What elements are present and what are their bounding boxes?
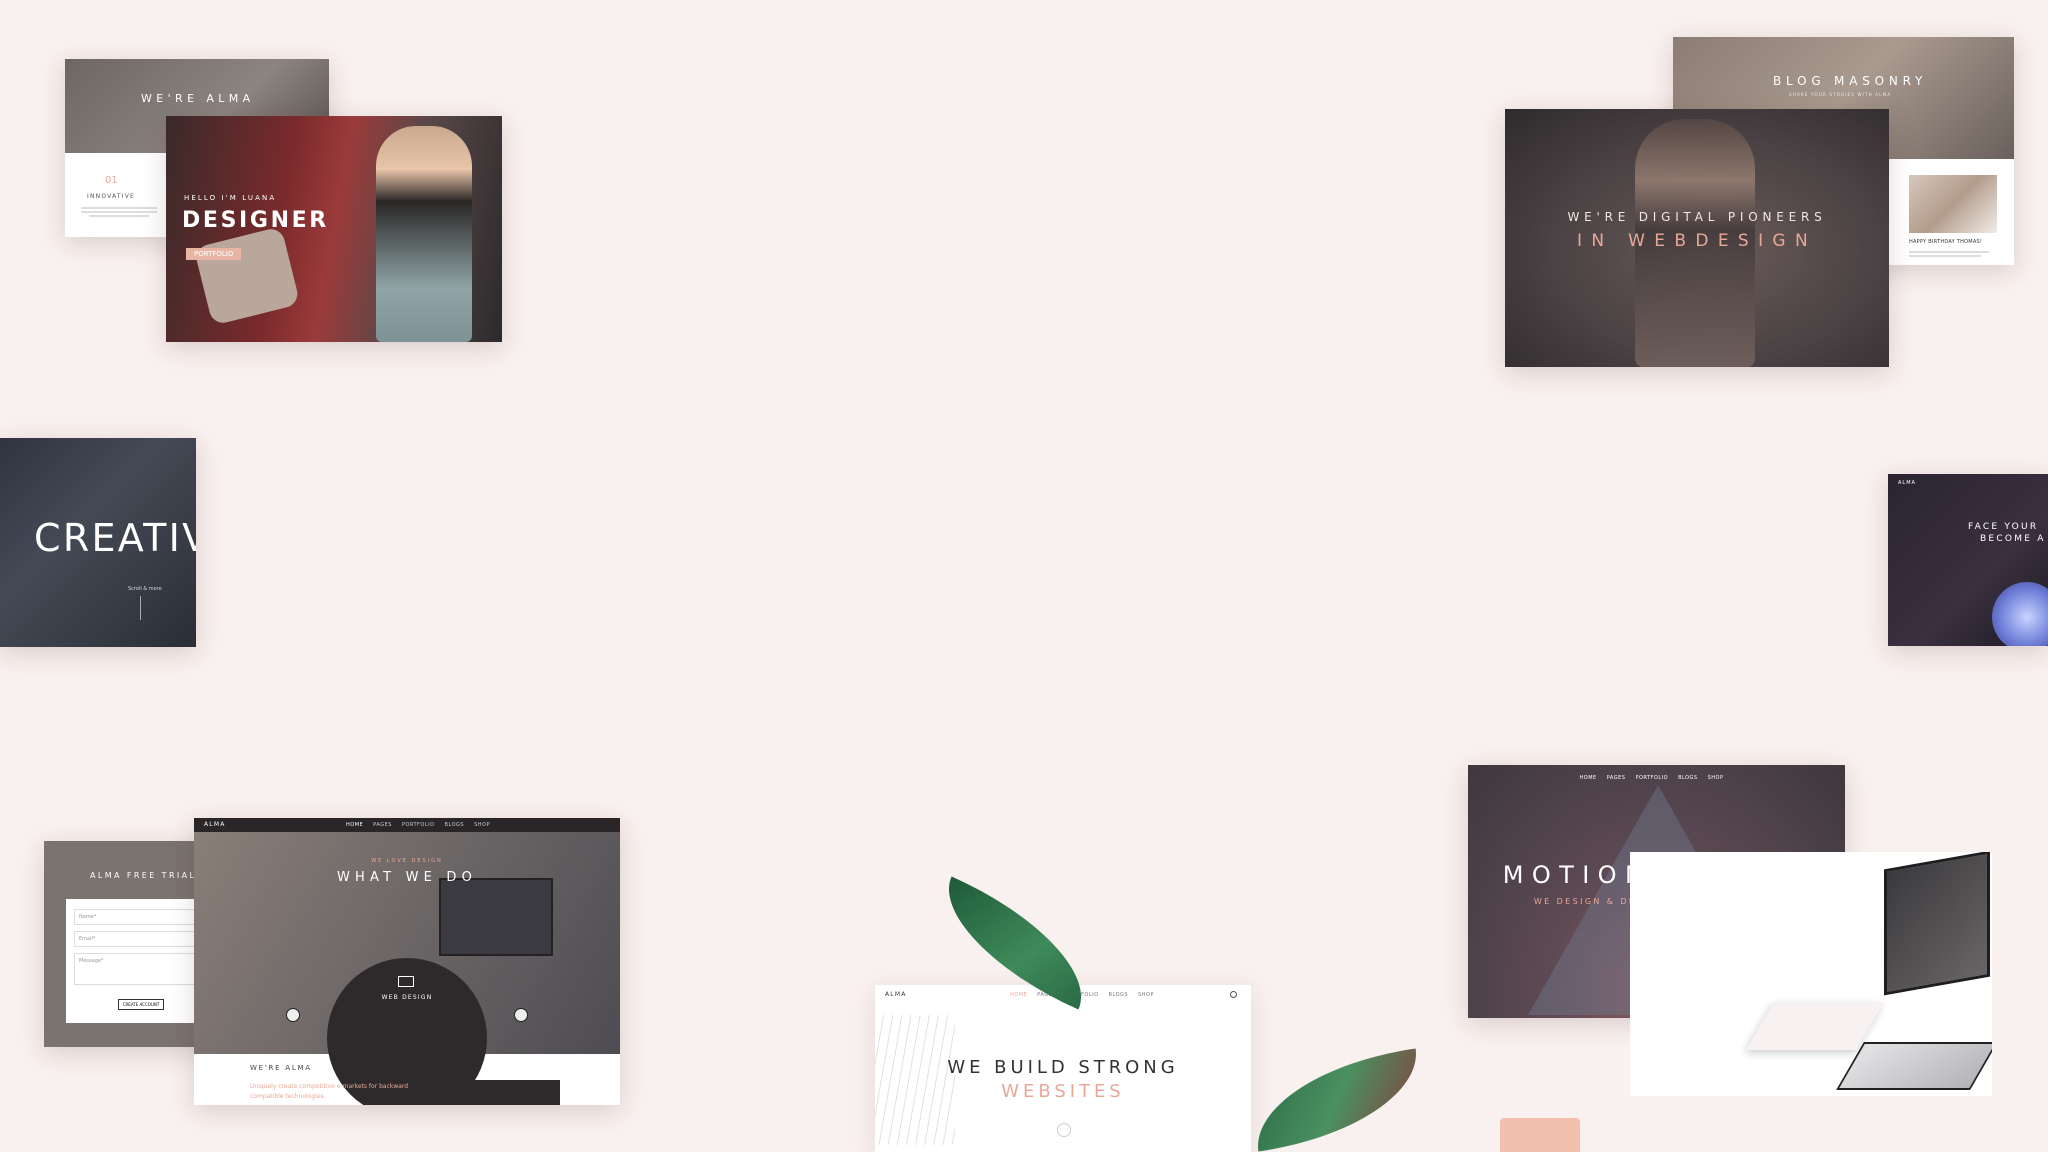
tile-what-we-do[interactable]: ALMA HOME PAGES PORTFOLIO BLOGS SHOP WE …	[194, 818, 620, 1105]
whatwedo-eyebrow: WE LOVE DESIGN	[371, 858, 443, 864]
nav-shop[interactable]: SHOP	[1138, 992, 1154, 998]
tile-digital-pioneers[interactable]: WE'RE DIGITAL PIONEERS IN WEBDESIGN	[1505, 109, 1889, 367]
nav-shop[interactable]: SHOP	[1708, 775, 1724, 781]
trial-name-field[interactable]: Name*	[74, 909, 208, 925]
pioneers-line2: IN WEBDESIGN	[1576, 231, 1818, 251]
whatwedo-monitor	[439, 878, 553, 956]
trial-create-button[interactable]: CREATE ACCOUNT	[118, 999, 164, 1010]
tile-strong-websites[interactable]: ALMA HOME PAGES PORTFOLIO BLOGS SHOP WE …	[875, 985, 1251, 1152]
trial-message-field[interactable]: Message*	[74, 953, 208, 985]
nav-portfolio[interactable]: PORTFOLIO	[402, 822, 435, 828]
creative-title: CREATIVE	[34, 516, 196, 560]
whatwedo-title: WHAT WE DO	[336, 870, 478, 885]
alma-intro-text-lines	[81, 205, 157, 219]
blog-post-title: HAPPY BIRTHDAY THOMAS!	[1909, 239, 1983, 245]
decorative-lines	[875, 1015, 955, 1145]
creative-scroll-label[interactable]: Scroll & more	[128, 586, 162, 592]
websites-line2: WEBSITES	[1001, 1081, 1125, 1102]
designer-hello: HELLO I'M LUANA	[184, 194, 277, 202]
tile-designer[interactable]: HELLO I'M LUANA DESIGNER PORTFOLIO	[166, 116, 502, 342]
sofa-cushion	[193, 226, 301, 326]
nav-portfolio[interactable]: PORTFOLIO	[1635, 775, 1668, 781]
whatwedo-section-title: WE'RE ALMA	[250, 1064, 312, 1072]
blog-title: BLOG MASONRY	[1773, 74, 1928, 88]
nav-blogs[interactable]: BLOGS	[1109, 992, 1129, 998]
nav-blogs[interactable]: BLOGS	[1678, 775, 1698, 781]
monitor-icon	[398, 976, 414, 987]
nav-home[interactable]: HOME	[1010, 992, 1027, 998]
face-logo: ALMA	[1898, 480, 1916, 486]
whatwedo-circle-title: WEB DESIGN	[381, 994, 433, 1001]
blog-post-image	[1909, 175, 1997, 233]
trial-title: ALMA FREE TRIAL	[90, 871, 197, 880]
face-line1: FACE YOUR	[1968, 522, 2039, 532]
nav-blogs[interactable]: BLOGS	[445, 822, 465, 828]
whatwedo-section-text: Uniquely create competitive e-markets fo…	[250, 1083, 409, 1100]
pink-object	[1500, 1118, 1580, 1152]
websites-logo[interactable]: ALMA	[885, 991, 907, 998]
whatwedo-video-thumb[interactable]	[446, 1080, 560, 1105]
blog-subtitle: SHARE YOUR STORIES WITH ALMA	[1789, 92, 1892, 97]
nav-home[interactable]: HOME	[1580, 775, 1597, 781]
nav-home[interactable]: HOME	[346, 822, 363, 828]
plant-leaf-right	[1247, 1048, 1427, 1152]
designer-button[interactable]: PORTFOLIO	[186, 248, 242, 260]
tile-creative[interactable]: CREATIVE Scroll & more	[0, 438, 196, 647]
websites-line1: WE BUILD STRONG	[947, 1057, 1179, 1078]
designer-title: DESIGNER	[182, 208, 329, 233]
pioneers-line1: WE'RE DIGITAL PIONEERS	[1567, 210, 1827, 224]
alma-intro-title: WE'RE ALMA	[141, 92, 255, 105]
tablet-icon	[1836, 1042, 1992, 1090]
blog-post-text-lines	[1909, 249, 1989, 259]
nav-pages[interactable]: PAGES	[373, 822, 392, 828]
motion-nav: HOME PAGES PORTFOLIO BLOGS SHOP	[1468, 775, 1845, 781]
alma-intro-number: 01	[105, 175, 118, 186]
tile-face-your[interactable]: ALMA FACE YOUR BECOME A	[1888, 474, 2048, 646]
tile-device-mockup	[1630, 852, 1992, 1096]
laptop-icon	[1884, 852, 1990, 996]
whatwedo-logo[interactable]: ALMA	[204, 821, 226, 828]
prev-arrow-icon[interactable]	[286, 1008, 300, 1022]
scroll-down-icon[interactable]	[1057, 1123, 1071, 1137]
search-icon[interactable]	[1230, 991, 1237, 998]
whatwedo-nav: HOME PAGES PORTFOLIO BLOGS SHOP	[346, 822, 500, 828]
creative-scroll-line	[140, 596, 141, 620]
websites-nav: HOME PAGES PORTFOLIO BLOGS SHOP	[1010, 992, 1164, 998]
face-line2: BECOME A	[1980, 534, 2046, 544]
next-arrow-icon[interactable]	[514, 1008, 528, 1022]
nav-pages[interactable]: PAGES	[1607, 775, 1626, 781]
trial-email-field[interactable]: Email*	[74, 931, 208, 947]
alma-intro-heading: INNOVATIVE	[87, 193, 136, 200]
nav-shop[interactable]: SHOP	[474, 822, 490, 828]
person-figure	[376, 126, 472, 342]
